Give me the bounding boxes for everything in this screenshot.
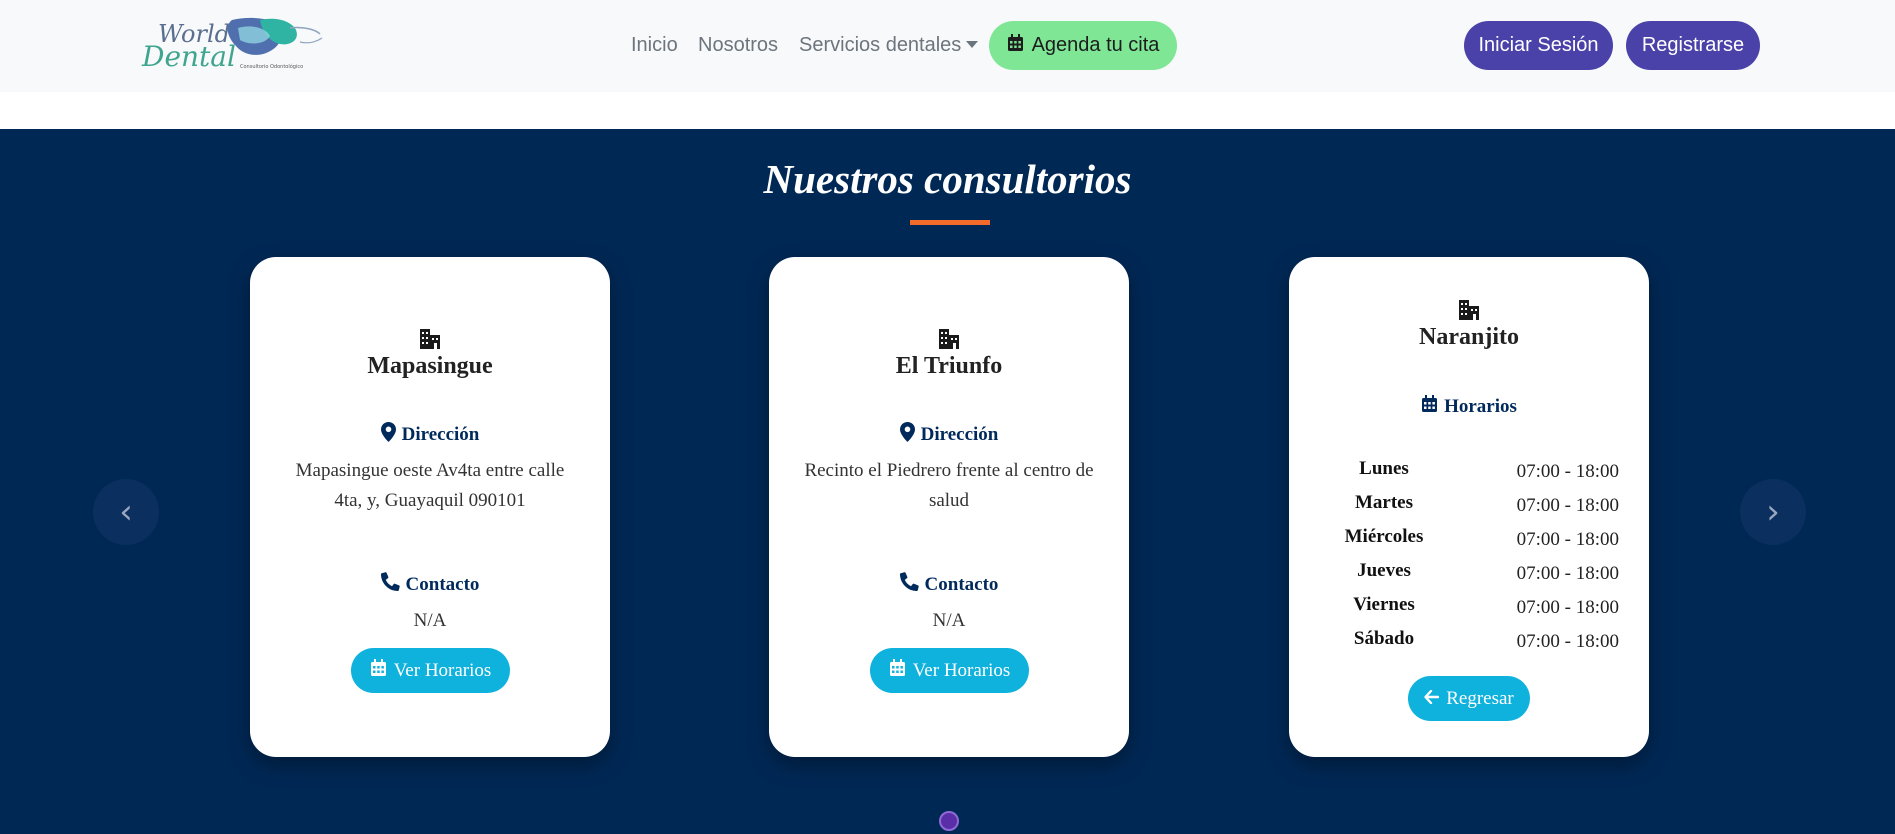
login-label: Iniciar Sesión	[1478, 34, 1599, 56]
clinic-name: El Triunfo	[895, 353, 1003, 379]
clinic-card-mapasingue: Mapasingue Dirección Mapasingue oeste Av…	[250, 257, 610, 757]
calendar-icon	[370, 658, 387, 683]
address-heading-label: Dirección	[401, 424, 480, 445]
schedule-time: 07:00 - 18:00	[1516, 597, 1619, 618]
chevron-right-icon: ›	[1766, 492, 1780, 532]
schedule-row: Jueves 07:00 - 18:00	[1329, 560, 1619, 590]
nav-dropdown-servicios[interactable]: Servicios dentales	[799, 33, 979, 57]
schedule-time: 07:00 - 18:00	[1516, 563, 1619, 584]
chevron-left-icon: ‹	[119, 492, 133, 532]
contact-heading-label: Contacto	[924, 573, 999, 595]
address-heading: Dirección	[769, 422, 1129, 448]
logo-subtitle: Consultorio Odontológico	[240, 63, 303, 70]
schedule-row: Lunes 07:00 - 18:00	[1329, 458, 1619, 488]
schedule-day: Jueves	[1357, 560, 1411, 581]
register-label: Registrarse	[1641, 34, 1745, 56]
contact-heading-label: Contacto	[405, 573, 480, 595]
contact-heading: Contacto	[250, 572, 610, 597]
schedule-time: 07:00 - 18:00	[1516, 529, 1619, 550]
clinic-name: Mapasingue	[367, 353, 493, 379]
schedule-day: Martes	[1354, 492, 1414, 513]
contact-text: N/A	[932, 610, 966, 631]
schedule-row: Miércoles 07:00 - 18:00	[1329, 526, 1619, 556]
login-button[interactable]: Iniciar Sesión	[1464, 21, 1613, 70]
schedule-time: 07:00 - 18:00	[1516, 631, 1619, 652]
nav-link-nosotros[interactable]: Nosotros	[698, 33, 778, 57]
schedule-time: 07:00 - 18:00	[1516, 461, 1619, 482]
schedule-day: Sábado	[1353, 628, 1415, 649]
address-text: Recinto el Piedrero frente al centro de …	[804, 460, 1094, 511]
world-dental-logo[interactable]: World Dental Consultorio Odontológico	[140, 14, 325, 80]
schedule-day: Lunes	[1359, 458, 1409, 479]
calendar-icon	[1421, 394, 1438, 419]
ver-horarios-label: Ver Horarios	[393, 659, 492, 681]
caret-down-icon	[966, 41, 979, 48]
building-icon	[769, 329, 1129, 349]
carousel-next-button[interactable]: ›	[1740, 479, 1806, 545]
schedule-day: Miércoles	[1344, 526, 1424, 547]
phone-icon	[899, 572, 919, 597]
logo-text-dental: Dental	[141, 40, 236, 73]
location-pin-icon	[899, 422, 915, 448]
nav-link-inicio[interactable]: Inicio	[631, 33, 678, 57]
calendar-icon	[889, 658, 906, 683]
agenda-cita-label: Agenda tu cita	[1031, 34, 1160, 56]
regresar-label: Regresar	[1446, 687, 1514, 709]
agenda-cita-button[interactable]: Agenda tu cita	[989, 21, 1177, 70]
calendar-icon	[1007, 33, 1024, 58]
clinic-card-el-triunfo: El Triunfo Dirección Recinto el Piedrero…	[769, 257, 1129, 757]
arrow-left-icon	[1424, 688, 1440, 710]
contact-text: N/A	[413, 610, 447, 631]
nav-dropdown-label: Servicios dentales	[799, 34, 962, 56]
schedule-row: Sábado 07:00 - 18:00	[1329, 628, 1619, 658]
schedule-time: 07:00 - 18:00	[1516, 495, 1619, 516]
schedule-day: Viernes	[1353, 594, 1415, 615]
register-button[interactable]: Registrarse	[1626, 21, 1760, 70]
section-title: Nuestros consultorios	[763, 156, 1132, 202]
building-icon	[1289, 300, 1649, 320]
carousel-indicator-active[interactable]	[939, 811, 959, 831]
ver-horarios-button[interactable]: Ver Horarios	[351, 648, 510, 693]
contact-heading: Contacto	[769, 572, 1129, 597]
address-heading-label: Dirección	[920, 424, 999, 445]
building-icon	[250, 329, 610, 349]
address-text: Mapasingue oeste Av4ta entre calle 4ta, …	[295, 460, 565, 511]
location-pin-icon	[380, 422, 396, 448]
clinic-card-naranjito: Naranjito Horarios Lunes 07:00 - 18:00 M…	[1289, 257, 1649, 757]
address-heading: Dirección	[250, 422, 610, 448]
regresar-button[interactable]: Regresar	[1408, 676, 1530, 721]
phone-icon	[380, 572, 400, 597]
schedule-heading-label: Horarios	[1444, 395, 1517, 417]
title-underline	[910, 220, 990, 225]
ver-horarios-button[interactable]: Ver Horarios	[870, 648, 1029, 693]
schedule-row: Viernes 07:00 - 18:00	[1329, 594, 1619, 624]
clinic-name: Naranjito	[1419, 324, 1519, 350]
navbar: World Dental Consultorio Odontológico In…	[0, 0, 1895, 92]
schedule-heading: Horarios	[1289, 394, 1649, 419]
carousel-prev-button[interactable]: ‹	[93, 479, 159, 545]
ver-horarios-label: Ver Horarios	[912, 659, 1011, 681]
schedule-row: Martes 07:00 - 18:00	[1329, 492, 1619, 522]
